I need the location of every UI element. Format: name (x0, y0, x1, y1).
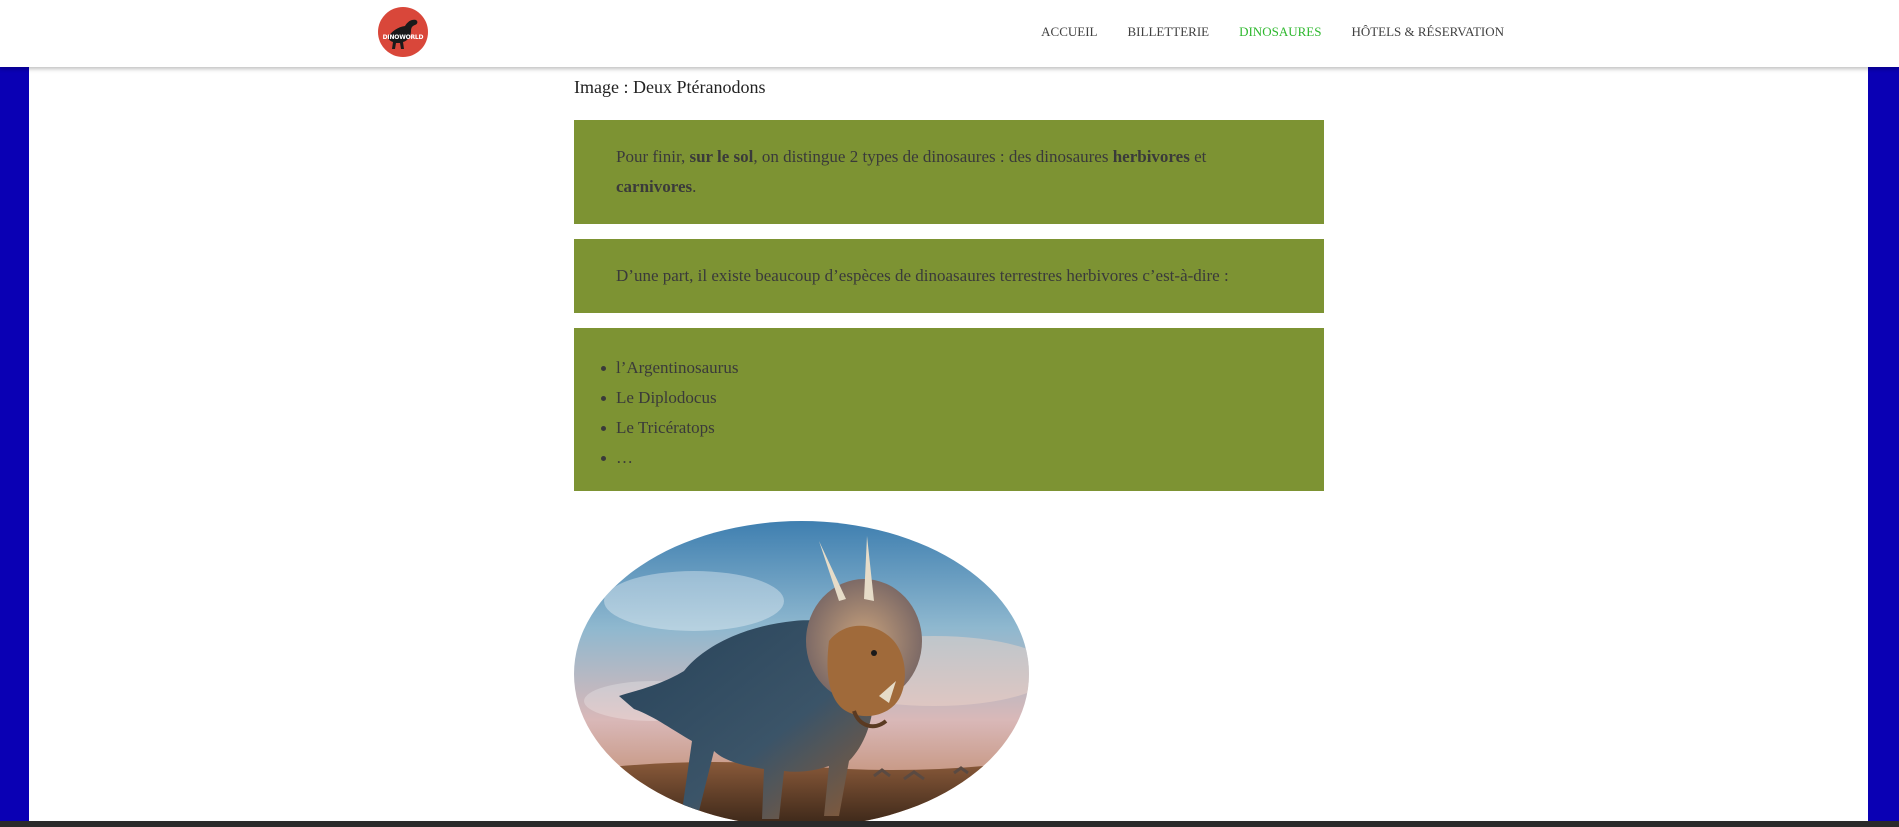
dinosaur-silhouette-icon (388, 19, 418, 49)
dinoworld-logo[interactable]: DINOWORLD (378, 7, 428, 57)
list-item: Le Tricératops (601, 413, 1324, 443)
intro-bold-sur-le-sol: sur le sol (689, 147, 754, 166)
nav-billetterie[interactable]: BILLETTERIE (1128, 24, 1210, 40)
list-item: … (601, 443, 1324, 473)
site-header: DINOWORLD ACCUEIL BILLETTERIE DINOSAURES… (0, 0, 1899, 67)
herbivores-list-box: l’Argentinosaurus Le Diplodocus Le Tricé… (574, 328, 1324, 491)
nav-hotels-reservation[interactable]: HÔTELS & RÉSERVATION (1351, 24, 1504, 40)
intro-bold-carnivores: carnivores (616, 177, 693, 196)
intro-paragraph-box: Pour finir, sur le sol, on distingue 2 t… (574, 120, 1324, 224)
logo-text: DINOWORLD (382, 34, 424, 41)
intro-text-3: et (1189, 147, 1207, 166)
intro-text-2: , on distingue 2 types de dinosaures : d… (753, 147, 1113, 166)
list-item: l’Argentinosaurus (601, 353, 1324, 383)
intro-text-1: Pour finir, (616, 147, 690, 166)
nav-accueil[interactable]: ACCUEIL (1041, 24, 1097, 40)
herbivores-paragraph: D’une part, il existe beaucoup d’espèces… (616, 266, 1229, 285)
bottom-edge-bar (0, 821, 1899, 827)
herbivores-list: l’Argentinosaurus Le Diplodocus Le Tricé… (574, 328, 1324, 473)
triceratops-image (574, 521, 1029, 827)
image-caption: Image : Deux Ptéranodons (574, 77, 766, 97)
intro-paragraph: Pour finir, sur le sol, on distingue 2 t… (574, 120, 1324, 202)
intro-text-4: . (692, 177, 697, 196)
herbivores-paragraph-box: D’une part, il existe beaucoup d’espèces… (574, 239, 1324, 313)
nav-dinosaures[interactable]: DINOSAURES (1239, 24, 1321, 40)
intro-bold-herbivores: herbivores (1112, 147, 1190, 166)
list-item: Le Diplodocus (601, 383, 1324, 413)
triceratops-illustration (574, 521, 1029, 827)
main-navigation: ACCUEIL BILLETTERIE DINOSAURES HÔTELS & … (1011, 24, 1504, 40)
